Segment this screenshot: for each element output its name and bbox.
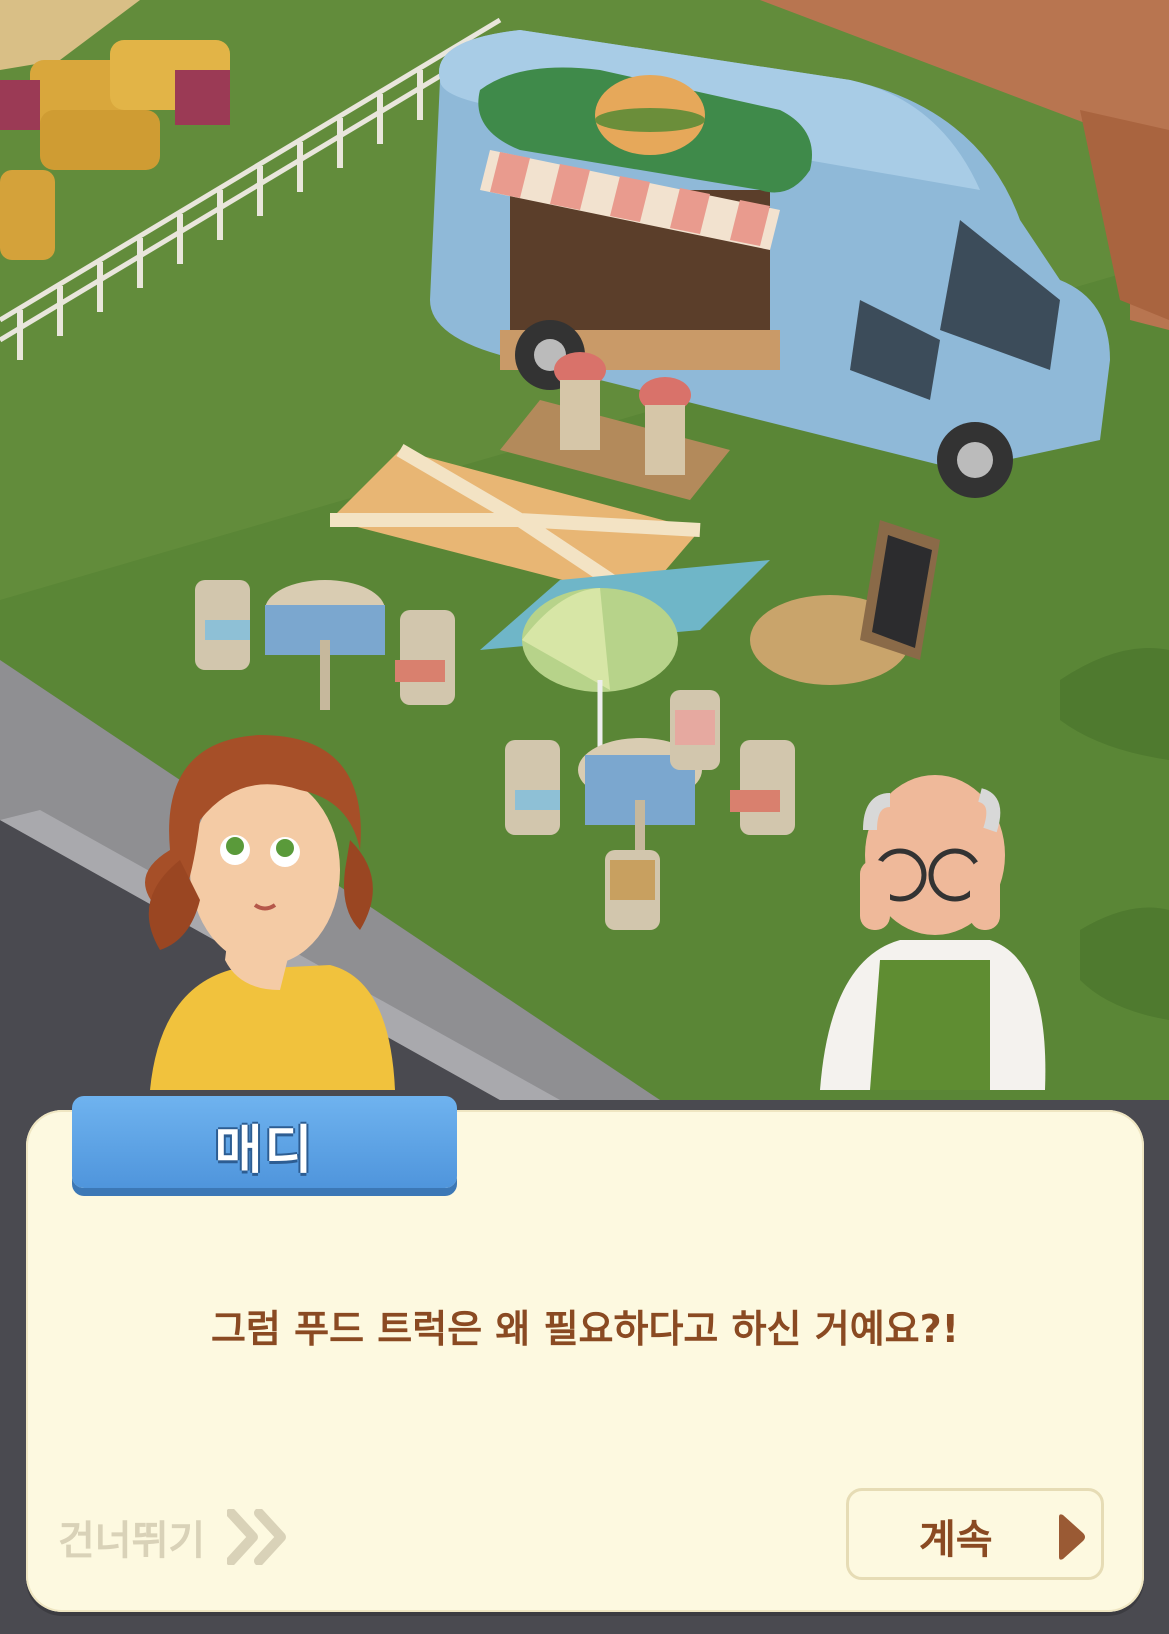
speaker-nameplate: 매디 (72, 1096, 457, 1188)
skip-button[interactable]: 건너뛰기 (58, 1502, 291, 1572)
continue-label: 계속 (919, 1517, 993, 1563)
continue-button[interactable]: 계속 (846, 1488, 1104, 1580)
skip-label: 건너뛰기 (58, 1518, 206, 1564)
dialog-text: 그럼 푸드 트럭은 왜 필요하다고 하신 거예요?! (210, 1307, 960, 1351)
continue-arrow-icon (1059, 1514, 1085, 1560)
speaker-name: 매디 (214, 1121, 315, 1181)
skip-chevrons-icon (227, 1509, 287, 1565)
